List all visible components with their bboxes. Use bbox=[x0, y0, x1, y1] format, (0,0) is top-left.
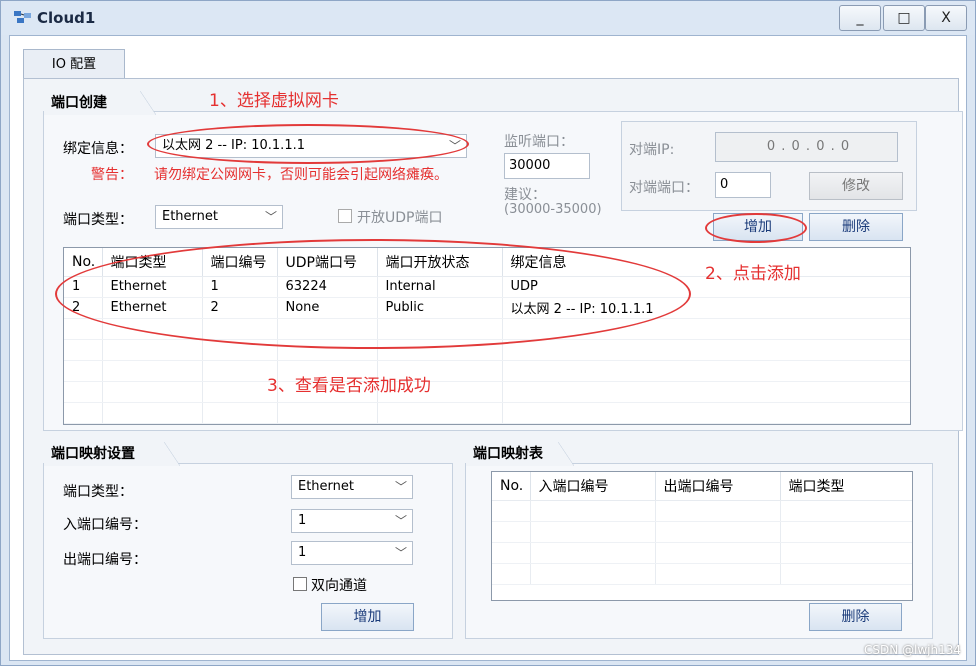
warning-text: 请勿绑定公网网卡，否则可能会引起网络瘫痪。 bbox=[154, 167, 448, 183]
peer-ip-input[interactable]: 0 . 0 . 0 . 0 bbox=[715, 132, 898, 162]
add-port-button[interactable]: 增加 bbox=[713, 213, 803, 241]
bidirectional-checkbox[interactable] bbox=[293, 577, 307, 591]
map-port-type-select[interactable]: Ethernet ﹀ bbox=[291, 475, 413, 499]
column-header[interactable]: No. bbox=[64, 248, 103, 277]
column-header[interactable]: 端口类型 bbox=[102, 248, 203, 277]
empty-row bbox=[64, 402, 910, 424]
table-cell: 以太网 2 -- IP: 10.1.1.1 bbox=[502, 297, 910, 319]
empty-row bbox=[64, 339, 910, 361]
table-cell: 2 bbox=[64, 297, 103, 319]
bind-info-select[interactable]: 以太网 2 -- IP: 10.1.1.1 ﹀ bbox=[155, 134, 467, 158]
suggest-label: 建议： bbox=[504, 187, 546, 203]
add-mapping-button[interactable]: 增加 bbox=[321, 603, 414, 631]
annotation-step2: 2、点击添加 bbox=[705, 264, 801, 284]
delete-mapping-button[interactable]: 删除 bbox=[809, 603, 902, 631]
table-cell: 1 bbox=[202, 276, 278, 298]
peer-ip-label: 对端IP: bbox=[629, 142, 675, 158]
chevron-down-icon: ﹀ bbox=[264, 210, 277, 224]
warning-label: 警告： bbox=[91, 167, 133, 183]
column-header[interactable]: 端口开放状态 bbox=[377, 248, 503, 277]
empty-row bbox=[64, 381, 910, 403]
cloud-app-icon bbox=[14, 11, 31, 23]
table-cell: 63224 bbox=[277, 276, 378, 298]
close-button[interactable]: X bbox=[925, 5, 967, 31]
maximize-button[interactable]: □ bbox=[883, 5, 925, 31]
mapping-table-header: No. 入端口编号 出端口编号 端口类型 bbox=[492, 472, 912, 501]
empty-row bbox=[64, 318, 910, 340]
table-cell: 2 bbox=[202, 297, 278, 319]
column-header[interactable]: 端口类型 bbox=[780, 472, 912, 501]
maximize-icon: □ bbox=[897, 10, 911, 26]
table-cell: Internal bbox=[377, 276, 503, 298]
column-header[interactable]: 端口编号 bbox=[202, 248, 278, 277]
title-bar[interactable]: Cloud1 _ □ X bbox=[1, 1, 975, 35]
modify-button[interactable]: 修改 bbox=[809, 172, 903, 200]
column-header[interactable]: 入端口编号 bbox=[530, 472, 656, 501]
tab-io-config[interactable]: IO 配置 bbox=[23, 49, 125, 79]
port-type-value: Ethernet bbox=[162, 209, 218, 224]
bidirectional-label: 双向通道 bbox=[311, 578, 367, 594]
peer-port-label: 对端端口： bbox=[629, 180, 699, 196]
mapping-table-title: 端口映射表 bbox=[466, 442, 574, 466]
map-port-type-value: Ethernet bbox=[298, 479, 354, 494]
bind-info-value: 以太网 2 -- IP: 10.1.1.1 bbox=[162, 138, 305, 153]
annotation-step3: 3、查看是否添加成功 bbox=[267, 376, 431, 396]
cloud-window: Cloud1 _ □ X IO 配置 端口创建 绑定信息： 以太网 2 -- I… bbox=[0, 0, 976, 666]
suggest-range: (30000-35000) bbox=[504, 202, 602, 217]
window-title: Cloud1 bbox=[37, 9, 96, 27]
delete-port-button[interactable]: 删除 bbox=[809, 213, 903, 241]
minimize-button[interactable]: _ bbox=[839, 5, 881, 31]
empty-row bbox=[492, 500, 912, 522]
table-cell: None bbox=[277, 297, 378, 319]
mapping-settings-title: 端口映射设置 bbox=[44, 442, 180, 466]
watermark: CSDN @lwjh134 bbox=[863, 643, 961, 657]
column-header[interactable]: 出端口编号 bbox=[655, 472, 781, 501]
close-icon: X bbox=[941, 10, 951, 26]
in-port-label: 入端口编号： bbox=[63, 517, 147, 533]
empty-row bbox=[492, 521, 912, 543]
table-cell: Ethernet bbox=[102, 276, 203, 298]
port-type-label: 端口类型： bbox=[63, 212, 133, 228]
port-type-select[interactable]: Ethernet ﹀ bbox=[155, 205, 283, 229]
empty-row bbox=[492, 563, 912, 585]
table-row[interactable]: 2 Ethernet 2 None Public 以太网 2 -- IP: 10… bbox=[64, 297, 910, 319]
listen-port-label: 监听端口： bbox=[504, 134, 574, 150]
annotation-step1: 1、选择虚拟网卡 bbox=[209, 91, 339, 111]
map-port-type-label: 端口类型： bbox=[63, 484, 133, 500]
column-header[interactable]: UDP端口号 bbox=[277, 248, 378, 277]
table-cell: Public bbox=[377, 297, 503, 319]
udp-open-checkbox[interactable] bbox=[338, 209, 352, 223]
table-cell: 1 bbox=[64, 276, 103, 298]
in-port-select[interactable]: 1 ﹀ bbox=[291, 509, 413, 533]
empty-row bbox=[492, 542, 912, 564]
peer-port-input[interactable]: 0 bbox=[715, 172, 771, 198]
out-port-label: 出端口编号： bbox=[63, 552, 147, 568]
table-cell: Ethernet bbox=[102, 297, 203, 319]
out-port-value: 1 bbox=[298, 545, 307, 560]
listen-port-input[interactable]: 30000 bbox=[504, 153, 590, 179]
empty-row bbox=[64, 360, 910, 382]
out-port-select[interactable]: 1 ﹀ bbox=[291, 541, 413, 565]
in-port-value: 1 bbox=[298, 513, 307, 528]
chevron-down-icon: ﹀ bbox=[394, 480, 407, 494]
bind-info-label: 绑定信息： bbox=[63, 141, 133, 157]
empty-row bbox=[64, 423, 910, 424]
column-header[interactable]: No. bbox=[492, 472, 531, 501]
minimize-icon: _ bbox=[856, 10, 864, 26]
port-create-title: 端口创建 bbox=[44, 91, 156, 115]
chevron-down-icon: ﹀ bbox=[394, 514, 407, 528]
udp-open-label: 开放UDP端口 bbox=[357, 210, 443, 226]
chevron-down-icon: ﹀ bbox=[448, 139, 461, 153]
chevron-down-icon: ﹀ bbox=[394, 546, 407, 560]
mapping-table: No. 入端口编号 出端口编号 端口类型 bbox=[491, 471, 913, 601]
